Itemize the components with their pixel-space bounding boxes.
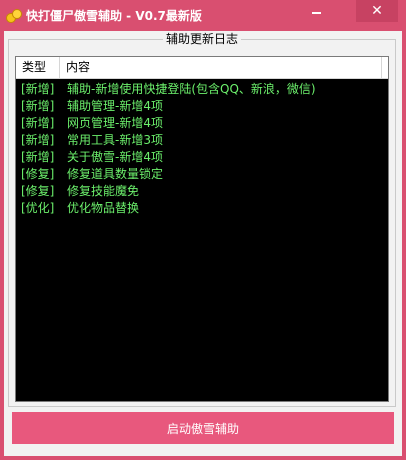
row-type: [优化] bbox=[21, 201, 55, 215]
window-title: 快打僵尸傲雪辅助 - V0.7最新版 bbox=[26, 9, 202, 23]
row-content: 辅助-新增使用快捷登陆(包含QQ、新浪，微信) bbox=[67, 82, 316, 96]
row-content: 辅助管理-新增4项 bbox=[67, 99, 163, 113]
list-item[interactable]: [新增] 网页管理-新增4项 bbox=[16, 115, 388, 132]
update-log-group: 辅助更新日志 类型 内容 [新增] 辅助-新增使用快捷登陆(包含QQ、新浪，微信)… bbox=[8, 32, 396, 407]
list-item[interactable]: [新增] 辅助管理-新增4项 bbox=[16, 98, 388, 115]
minimize-button[interactable] bbox=[300, 0, 332, 22]
update-log-list[interactable]: 类型 内容 [新增] 辅助-新增使用快捷登陆(包含QQ、新浪，微信) [新增] 辅助管… bbox=[15, 56, 389, 402]
row-type: [新增] bbox=[21, 99, 55, 113]
column-header-type[interactable]: 类型 bbox=[16, 57, 60, 78]
close-icon: ✕ bbox=[371, 3, 383, 19]
column-header-content[interactable]: 内容 bbox=[60, 57, 382, 78]
minimize-icon bbox=[311, 12, 321, 14]
list-item[interactable]: [新增] 关于傲雪-新增4项 bbox=[16, 149, 388, 166]
list-rows: [新增] 辅助-新增使用快捷登陆(包含QQ、新浪，微信) [新增] 辅助管理-新增4项… bbox=[16, 81, 388, 217]
row-type: [修复] bbox=[21, 167, 55, 181]
row-content: 网页管理-新增4项 bbox=[67, 116, 163, 130]
list-item[interactable]: [修复] 修复道具数量锁定 bbox=[16, 166, 388, 183]
title-bar[interactable]: 快打僵尸傲雪辅助 - V0.7最新版 ✕ bbox=[0, 0, 406, 31]
row-type: [新增] bbox=[21, 133, 55, 147]
row-content: 关于傲雪-新增4项 bbox=[67, 150, 163, 164]
row-content: 修复道具数量锁定 bbox=[67, 167, 164, 181]
row-type: [新增] bbox=[21, 116, 55, 130]
row-type: [修复] bbox=[21, 184, 55, 198]
start-assistant-button[interactable]: 启动傲雪辅助 bbox=[12, 412, 394, 444]
row-content: 修复技能魔免 bbox=[67, 184, 140, 198]
main-panel: 辅助更新日志 类型 内容 [新增] 辅助-新增使用快捷登陆(包含QQ、新浪，微信)… bbox=[4, 31, 402, 456]
row-type: [新增] bbox=[21, 82, 55, 96]
close-button[interactable]: ✕ bbox=[356, 0, 398, 22]
row-content: 常用工具-新增3项 bbox=[67, 133, 163, 147]
row-content: 优化物品替换 bbox=[67, 201, 140, 215]
list-header: 类型 内容 bbox=[16, 57, 388, 79]
list-item[interactable]: [新增] 常用工具-新增3项 bbox=[16, 132, 388, 149]
list-item[interactable]: [修复] 修复技能魔免 bbox=[16, 183, 388, 200]
row-type: [新增] bbox=[21, 150, 55, 164]
list-item[interactable]: [新增] 辅助-新增使用快捷登陆(包含QQ、新浪，微信) bbox=[16, 81, 388, 98]
group-title: 辅助更新日志 bbox=[162, 32, 241, 46]
list-item[interactable]: [优化] 优化物品替换 bbox=[16, 200, 388, 217]
app-coins-icon bbox=[6, 8, 22, 23]
